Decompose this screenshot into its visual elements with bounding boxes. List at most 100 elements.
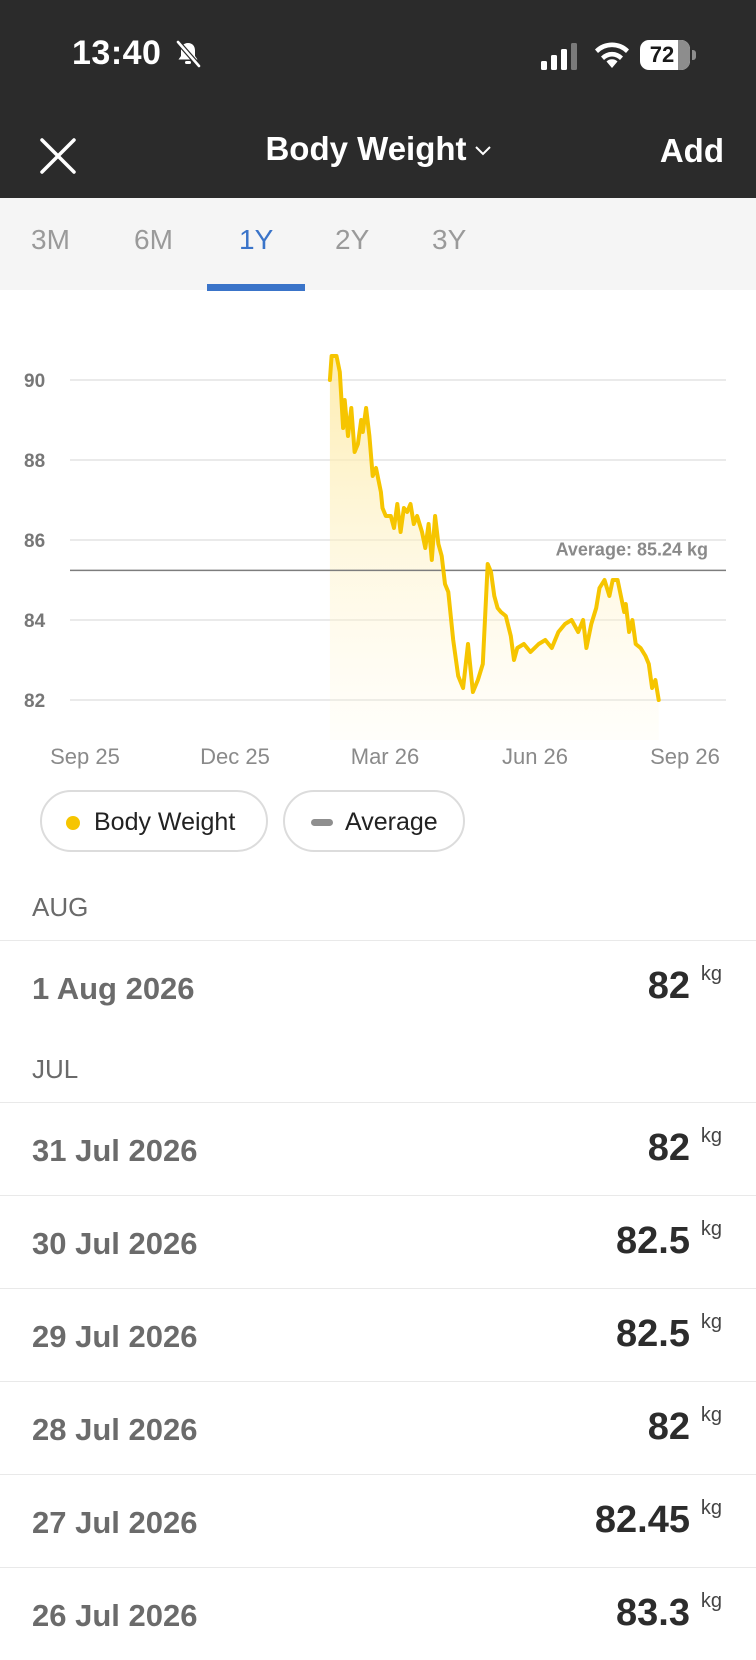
- entry-value: 82.5: [616, 1220, 690, 1262]
- data-point: [389, 514, 392, 518]
- data-point: [341, 426, 345, 430]
- entry-unit: kg: [700, 1218, 722, 1240]
- month-header-aug: AUG: [32, 892, 89, 922]
- tab-2y[interactable]: 2Y: [335, 224, 369, 256]
- data-point: [360, 418, 363, 422]
- data-point: [402, 506, 406, 510]
- data-point: [577, 630, 580, 634]
- tab-3m[interactable]: 3M: [31, 224, 70, 256]
- legend-average[interactable]: Average: [283, 790, 465, 852]
- yellow-dot-icon: [66, 816, 80, 830]
- data-point: [335, 354, 338, 358]
- entry-unit: kg: [700, 963, 722, 985]
- data-point: [427, 522, 430, 526]
- data-point: [504, 614, 507, 618]
- data-point: [486, 562, 489, 566]
- tab-3y[interactable]: 3Y: [432, 224, 466, 256]
- average-label: Average: 85.24 kg: [556, 539, 708, 559]
- data-point: [544, 638, 547, 642]
- data-point: [650, 686, 654, 690]
- entry-unit: kg: [700, 1125, 722, 1147]
- list-item[interactable]: 29 Jul 2026 82.5 kg: [0, 1288, 756, 1381]
- entry-date: 28 Jul 2026: [32, 1412, 198, 1447]
- data-point: [412, 522, 415, 526]
- entry-value: 83.3: [616, 1592, 690, 1634]
- x-tick-label: Mar 26: [351, 744, 419, 769]
- data-point: [443, 582, 447, 586]
- muted-bell-icon: [176, 40, 201, 68]
- list-item[interactable]: 31 Jul 2026 82 kg: [0, 1102, 756, 1195]
- gray-dash-icon: [311, 819, 333, 826]
- data-point: [379, 490, 383, 494]
- wifi-icon: [595, 42, 629, 68]
- data-point: [350, 406, 353, 410]
- data-point: [590, 622, 593, 626]
- data-point: [430, 558, 433, 562]
- range-tabs: 3M 6M 1Y 2Y 3Y: [0, 198, 756, 290]
- data-point: [595, 606, 598, 610]
- add-button[interactable]: Add: [660, 132, 724, 170]
- data-point: [461, 686, 465, 690]
- data-point: [619, 594, 623, 598]
- y-tick-label: 90: [24, 371, 45, 392]
- data-point: [466, 642, 470, 646]
- data-point: [570, 618, 573, 622]
- data-point: [509, 634, 512, 638]
- list-item[interactable]: 1 Aug 2026 82 kg: [0, 940, 756, 1033]
- data-point: [598, 586, 601, 590]
- data-point: [624, 602, 627, 606]
- data-point: [608, 594, 611, 598]
- entry-value: 82: [647, 1127, 690, 1169]
- data-point: [647, 662, 650, 666]
- legend-body-weight[interactable]: Body Weight: [40, 790, 268, 852]
- data-point: [368, 434, 371, 438]
- data-point: [353, 450, 356, 454]
- data-point: [563, 622, 567, 626]
- data-point: [489, 570, 493, 574]
- data-point: [409, 502, 412, 506]
- chevron-down-icon: [474, 146, 491, 156]
- data-point: [415, 514, 419, 518]
- data-point: [499, 610, 503, 614]
- entry-value: 82.5: [616, 1313, 690, 1355]
- data-point: [420, 530, 424, 534]
- tab-6m[interactable]: 6M: [134, 224, 173, 256]
- month-header-jul: JUL: [32, 1054, 79, 1084]
- data-point: [396, 502, 399, 506]
- battery-icon: 72: [640, 40, 690, 70]
- metric-selector[interactable]: Body Weight: [0, 130, 756, 168]
- entry-value: 82.45: [594, 1499, 690, 1541]
- data-point: [603, 578, 606, 582]
- data-point: [457, 674, 460, 678]
- battery-level: 72: [649, 42, 675, 67]
- entry-value: 82: [647, 965, 690, 1007]
- x-tick-label: Jun 26: [502, 744, 568, 769]
- list-item[interactable]: 26 Jul 2026 83.3 kg: [0, 1567, 756, 1660]
- x-tick-label: Dec 25: [200, 744, 270, 769]
- data-point: [437, 542, 440, 546]
- data-point: [361, 430, 364, 434]
- tab-1y[interactable]: 1Y: [239, 224, 273, 256]
- data-point: [433, 514, 437, 518]
- data-point: [384, 514, 387, 518]
- data-point: [406, 510, 409, 514]
- y-tick-label: 88: [24, 451, 45, 472]
- entry-date: 27 Jul 2026: [32, 1505, 198, 1540]
- list-item[interactable]: 28 Jul 2026 82 kg: [0, 1381, 756, 1474]
- top-bar: [0, 0, 756, 198]
- entry-date: 29 Jul 2026: [32, 1319, 198, 1354]
- entry-unit: kg: [700, 1404, 722, 1426]
- entry-unit: kg: [700, 1311, 722, 1333]
- data-point: [631, 618, 634, 622]
- data-point: [452, 638, 455, 642]
- list-item[interactable]: 30 Jul 2026 82.5 kg: [0, 1195, 756, 1288]
- data-point: [447, 590, 450, 594]
- data-point: [581, 618, 585, 622]
- data-point: [330, 354, 333, 358]
- data-point: [657, 698, 660, 702]
- weight-chart[interactable]: 90 88 86 84 82 Average: 85.24 kg Sep 25 Dec 2…: [0, 300, 756, 780]
- list-item[interactable]: 27 Jul 2026 82.45 kg: [0, 1474, 756, 1567]
- entry-unit: kg: [700, 1497, 722, 1519]
- entry-unit: kg: [700, 1590, 722, 1612]
- data-point: [328, 378, 332, 382]
